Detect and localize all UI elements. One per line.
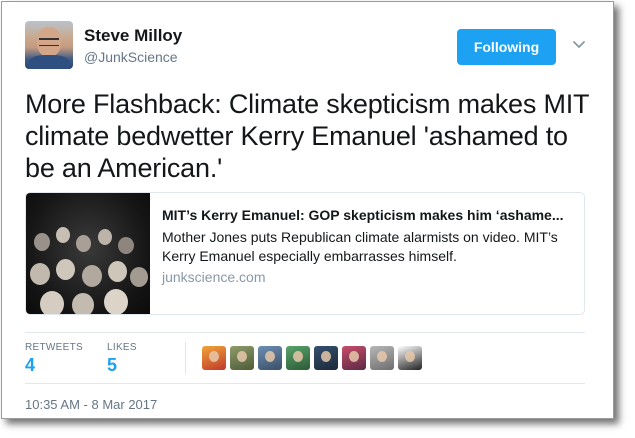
liker-avatar[interactable] [370,346,394,370]
liker-avatar-face [405,351,415,362]
liker-avatar-face [349,351,359,362]
avatar-shirt [29,55,69,69]
liker-avatar[interactable] [202,346,226,370]
author-handle[interactable]: @JunkScience [84,49,178,65]
liker-avatar[interactable] [342,346,366,370]
chevron-down-icon[interactable] [572,37,586,51]
liker-avatar-face [321,351,331,362]
stats-separator [185,342,186,374]
stats-top-divider [25,332,585,333]
likers-avatar-list [202,346,422,370]
liker-avatar[interactable] [398,346,422,370]
avatar-glasses [39,38,59,46]
liker-avatar-face [265,351,275,362]
liker-avatar[interactable] [230,346,254,370]
liker-avatar-face [209,351,219,362]
likes-label: LIKES [107,342,137,353]
liker-avatar[interactable] [314,346,338,370]
likes-count[interactable]: 5 [107,355,117,376]
following-button[interactable]: Following [457,29,556,65]
liker-avatar-face [293,351,303,362]
link-description: Mother Jones puts Republican climate ala… [162,229,558,264]
tweet-card: Steve Milloy @JunkScience Following More… [1,1,614,419]
retweets-count[interactable]: 4 [25,355,35,376]
tweet-timestamp[interactable]: 10:35 AM - 8 Mar 2017 [25,397,157,412]
liker-avatar[interactable] [286,346,310,370]
stats-bottom-divider [25,383,585,384]
liker-avatar-face [237,351,247,362]
link-domain: junkscience.com [162,269,266,285]
retweets-label: RETWEETS [25,342,83,353]
liker-avatar-face [377,351,387,362]
link-thumbnail-image [26,193,150,314]
author-avatar[interactable] [25,21,73,69]
liker-avatar[interactable] [258,346,282,370]
link-title[interactable]: MIT’s Kerry Emanuel: GOP skepticism make… [162,207,574,223]
link-preview-card[interactable]: MIT’s Kerry Emanuel: GOP skepticism make… [25,192,585,315]
author-name[interactable]: Steve Milloy [84,26,182,46]
tweet-text: More Flashback: Climate skepticism makes… [25,89,589,183]
